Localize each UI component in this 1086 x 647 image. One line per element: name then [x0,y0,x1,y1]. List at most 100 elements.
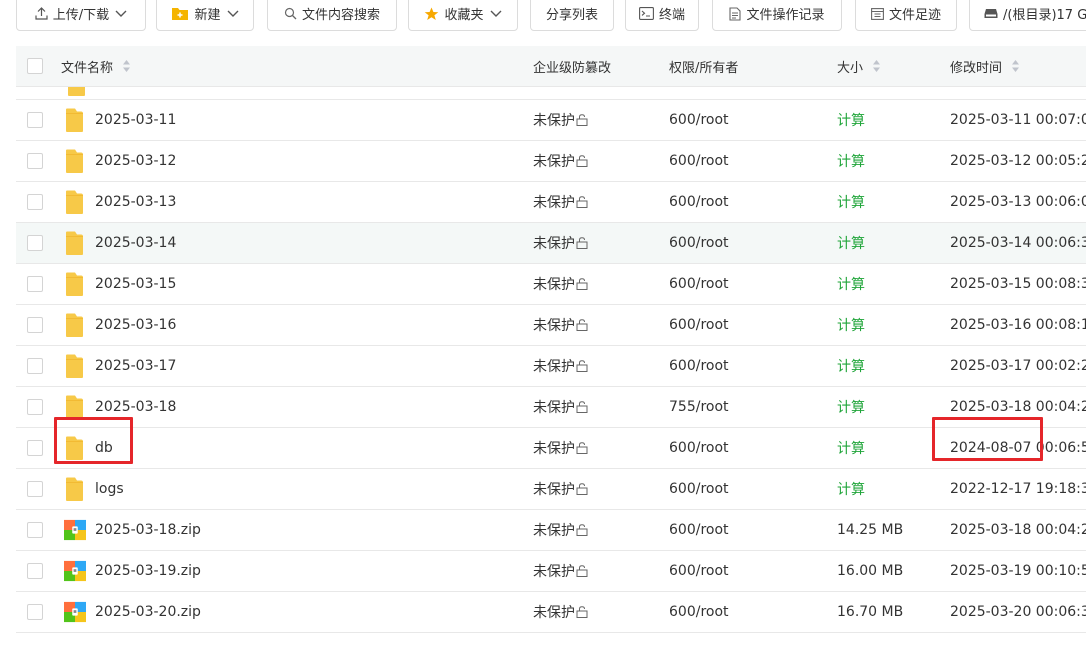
size-cell[interactable]: 计算 [837,182,865,222]
file-name[interactable]: 2025-03-17 [95,358,176,374]
file-name[interactable]: 2025-03-18 [95,399,176,415]
file-name-cell[interactable]: 2025-03-11 [64,100,176,140]
size-cell[interactable]: 计算 [837,305,865,345]
row-checkbox[interactable] [27,563,43,579]
table-row[interactable]: 2025-03-12 未保护 600/root 计算 2025-03-12 00:05:… [16,141,1086,182]
calculate-size-link[interactable]: 计算 [837,438,865,458]
permission-owner[interactable]: 600/root [669,563,729,579]
row-checkbox[interactable] [27,440,43,456]
permission-cell[interactable]: 600/root [669,428,729,468]
permission-cell[interactable]: 600/root [669,510,729,550]
size-cell[interactable]: 计算 [837,100,865,140]
upload-download-button[interactable]: 上传/下载 [16,0,146,31]
permission-owner[interactable]: 600/root [669,481,729,497]
calculate-size-link[interactable]: 计算 [837,397,865,417]
size-cell[interactable]: 计算 [837,387,865,427]
tamper-protection-cell[interactable]: 未保护 [533,264,589,304]
table-row[interactable]: 2025-03-11 未保护 600/root 计算 2025-03-11 00:07:… [16,100,1086,141]
size-cell[interactable]: 计算 [837,141,865,181]
row-checkbox[interactable] [27,194,43,210]
row-checkbox[interactable] [27,522,43,538]
tamper-protection-cell[interactable]: 未保护 [533,387,589,427]
permission-cell[interactable]: 600/root [669,469,729,509]
share-list-button[interactable]: 分享列表 [530,0,614,31]
file-name-cell[interactable]: 2025-03-14 [64,223,176,263]
sort-icon[interactable] [1011,59,1020,73]
permission-cell[interactable]: 600/root [669,182,729,222]
table-row[interactable]: 2025-03-17 未保护 600/root 计算 2025-03-17 00:02:… [16,346,1086,387]
row-checkbox[interactable] [27,235,43,251]
row-checkbox[interactable] [27,481,43,497]
table-row[interactable]: 2025-03-16 未保护 600/root 计算 2025-03-16 00:08:… [16,305,1086,346]
permission-cell[interactable]: 600/root [669,264,729,304]
size-cell[interactable]: 计算 [837,428,865,468]
permission-cell[interactable]: 600/root [669,141,729,181]
file-operation-log-button[interactable]: 文件操作记录 [712,0,842,31]
permission-owner[interactable]: 600/root [669,440,729,456]
file-name-cell[interactable]: 2025-03-13 [64,182,176,222]
calculate-size-link[interactable]: 计算 [837,274,865,294]
permission-cell[interactable]: 600/root [669,346,729,386]
permission-owner[interactable]: 600/root [669,112,729,128]
calculate-size-link[interactable]: 计算 [837,110,865,130]
header-modified-time[interactable]: 修改时间 [950,46,1020,86]
terminal-button[interactable]: 终端 [625,0,699,31]
file-name-cell[interactable]: logs [64,469,124,509]
file-name[interactable]: logs [95,481,124,497]
tamper-protection-cell[interactable]: 未保护 [533,305,589,345]
calculate-size-link[interactable]: 计算 [837,192,865,212]
table-row[interactable]: 2025-03-19.zip 未保护 600/root 16.00 MB 2025-03… [16,551,1086,592]
size-cell[interactable]: 计算 [837,469,865,509]
permission-owner[interactable]: 600/root [669,604,729,620]
table-row[interactable]: db 未保护 600/root 计算 2024-08-07 00:06:53 [16,428,1086,469]
file-footprint-button[interactable]: 文件足迹 [855,0,957,31]
permission-cell[interactable]: 600/root [669,592,729,632]
file-name[interactable]: 2025-03-11 [95,112,176,128]
table-row[interactable]: 2025-03-15 未保护 600/root 计算 2025-03-15 00:08:… [16,264,1086,305]
permission-owner[interactable]: 600/root [669,153,729,169]
favorites-button[interactable]: 收藏夹 [408,0,518,31]
row-checkbox[interactable] [27,153,43,169]
row-checkbox[interactable] [27,358,43,374]
calculate-size-link[interactable]: 计算 [837,233,865,253]
file-name[interactable]: 2025-03-13 [95,194,176,210]
file-name[interactable]: 2025-03-15 [95,276,176,292]
file-name[interactable]: db [95,440,113,456]
file-name[interactable]: 2025-03-18.zip [95,522,201,538]
table-row[interactable]: 2025-03-14 未保护 600/root 计算 2025-03-14 00:06:… [16,223,1086,264]
tamper-protection-cell[interactable]: 未保护 [533,428,589,468]
file-name[interactable]: 2025-03-20.zip [95,604,201,620]
table-row[interactable]: 2025-03-20.zip 未保护 600/root 16.70 MB 2025-03… [16,592,1086,633]
size-cell[interactable]: 计算 [837,264,865,304]
content-search-button[interactable]: 文件内容搜索 [267,0,397,31]
tamper-protection-cell[interactable]: 未保护 [533,141,589,181]
file-name[interactable]: 2025-03-12 [95,153,176,169]
calculate-size-link[interactable]: 计算 [837,315,865,335]
permission-cell[interactable]: 600/root [669,305,729,345]
tamper-protection-cell[interactable]: 未保护 [533,469,589,509]
calculate-size-link[interactable]: 计算 [837,356,865,376]
new-button[interactable]: 新建 [156,0,254,31]
row-checkbox[interactable] [27,604,43,620]
calculate-size-link[interactable]: 计算 [837,151,865,171]
permission-cell[interactable]: 600/root [669,223,729,263]
file-name-cell[interactable]: 2025-03-18.zip [64,510,201,550]
permission-cell[interactable]: 755/root [669,387,729,427]
calculate-size-link[interactable]: 计算 [837,479,865,499]
permission-owner[interactable]: 600/root [669,522,729,538]
file-name-cell[interactable]: 2025-03-18 [64,387,176,427]
file-name-cell[interactable]: 2025-03-19.zip [64,551,201,591]
file-name[interactable]: 2025-03-14 [95,235,176,251]
table-row[interactable]: 2025-03-18 未保护 755/root 计算 2025-03-18 00:04:… [16,387,1086,428]
file-name-cell[interactable]: 2025-03-15 [64,264,176,304]
tamper-protection-cell[interactable]: 未保护 [533,510,589,550]
sort-icon[interactable] [872,59,881,73]
tamper-protection-cell[interactable]: 未保护 [533,346,589,386]
tamper-protection-cell[interactable]: 未保护 [533,182,589,222]
file-name-cell[interactable]: 2025-03-12 [64,141,176,181]
file-name[interactable]: 2025-03-19.zip [95,563,201,579]
file-name-cell[interactable]: db [64,428,113,468]
permission-cell[interactable]: 600/root [669,551,729,591]
tamper-protection-cell[interactable]: 未保护 [533,551,589,591]
row-checkbox[interactable] [27,276,43,292]
